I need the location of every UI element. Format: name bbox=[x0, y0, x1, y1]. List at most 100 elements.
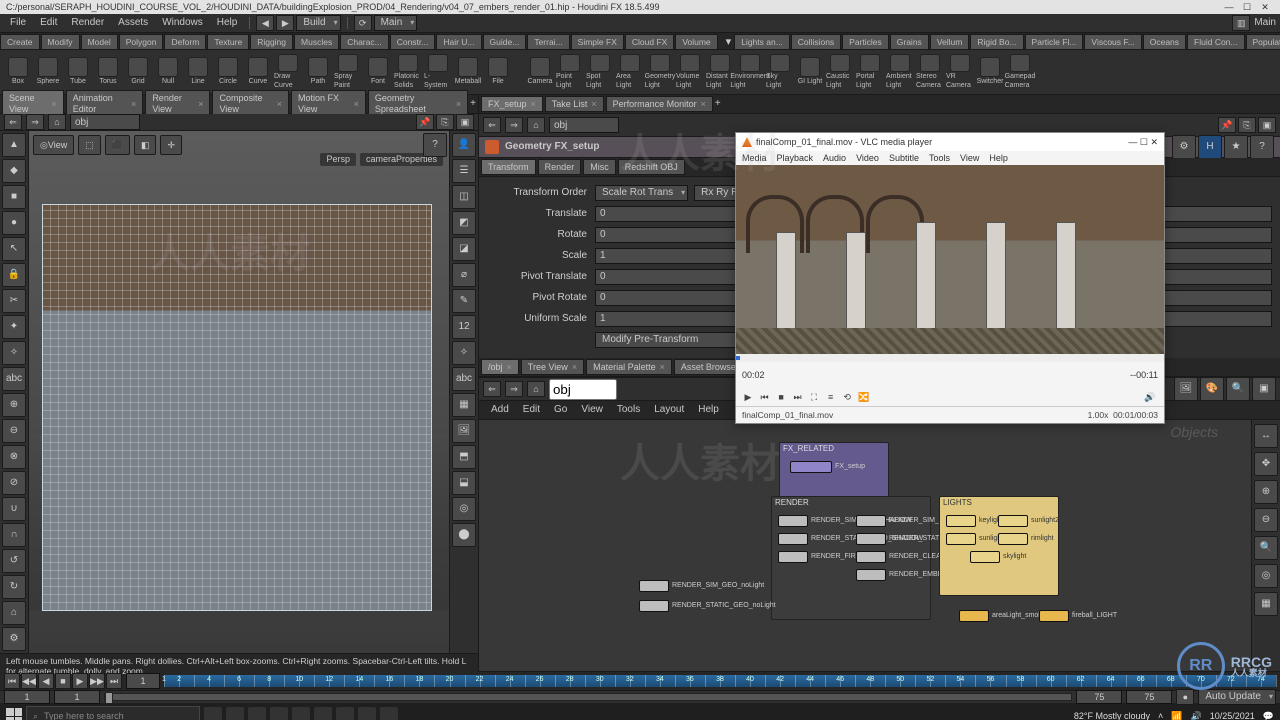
node-fx-setup[interactable]: FX_setup bbox=[790, 461, 890, 473]
home-icon[interactable]: ⌂ bbox=[527, 117, 545, 133]
shelf-tool[interactable]: Metaball bbox=[454, 54, 482, 90]
node-loose[interactable]: RENDER_SIM_GEO_noLight bbox=[639, 580, 764, 592]
tray-chevron-icon[interactable]: ˄ bbox=[1158, 711, 1163, 720]
expand-icon[interactable]: ▣ bbox=[1252, 377, 1276, 401]
firefox-icon[interactable] bbox=[270, 707, 288, 720]
close-icon[interactable]: × bbox=[660, 362, 665, 373]
timeline-current-field[interactable] bbox=[126, 673, 160, 689]
node-loose[interactable]: fireball_LIGHT bbox=[1039, 610, 1117, 622]
close-icon[interactable]: × bbox=[456, 99, 461, 110]
shelf-tool[interactable]: Line bbox=[184, 54, 212, 90]
shelf-tool[interactable]: Torus bbox=[94, 54, 122, 90]
shelf-tool[interactable]: File bbox=[484, 54, 512, 90]
shelf-tab[interactable]: Oceans bbox=[1143, 34, 1186, 49]
shelf-tool[interactable]: Sky Light bbox=[766, 54, 794, 90]
houdini-icon[interactable] bbox=[292, 707, 310, 720]
network-side-icon[interactable]: 🔍 bbox=[1254, 536, 1278, 560]
tray-wifi-icon[interactable]: 📶 bbox=[1171, 711, 1182, 720]
shelf-tab[interactable]: Terrai... bbox=[527, 34, 569, 49]
sidepanel-icon[interactable]: ▥ bbox=[1232, 15, 1250, 31]
viewport-tool-icon[interactable]: ↻ bbox=[2, 575, 26, 599]
node-render[interactable]: RENDER_EMBERS bbox=[856, 569, 952, 581]
network-menu-item[interactable]: Add bbox=[485, 402, 515, 418]
terminal-icon[interactable] bbox=[380, 707, 398, 720]
display-option-icon[interactable]: ⬓ bbox=[452, 471, 476, 495]
maximize-pane-icon[interactable]: ▣ bbox=[1258, 117, 1276, 133]
viewport-tool-icon[interactable]: ∩ bbox=[2, 523, 26, 547]
shelf-add-icon[interactable]: ▾ bbox=[723, 36, 735, 49]
path-fwd-icon[interactable]: ⇒ bbox=[505, 381, 523, 397]
shelf-tool[interactable]: Spot Light bbox=[586, 54, 614, 90]
display-option-icon[interactable]: 12 bbox=[452, 315, 476, 339]
transform-order-dropdown[interactable]: Scale Rot Trans bbox=[595, 185, 688, 201]
update-mode-dropdown[interactable]: Auto Update bbox=[1198, 689, 1276, 705]
shelf-tab[interactable]: Particle Fl... bbox=[1025, 34, 1084, 49]
close-icon[interactable]: × bbox=[277, 99, 282, 110]
start-button[interactable] bbox=[6, 708, 22, 720]
shelf-tab[interactable]: Grains bbox=[890, 34, 929, 49]
vlc-window-controls[interactable]: — ☐ ✕ bbox=[1128, 137, 1158, 148]
link-icon[interactable]: ⎘ bbox=[436, 114, 454, 130]
viewport-tool-icon[interactable]: ✧ bbox=[2, 341, 26, 365]
shelf-tab[interactable]: Modify bbox=[41, 34, 80, 49]
viewport-tool-icon[interactable]: ↖ bbox=[2, 237, 26, 261]
vlc-menu-item[interactable]: View bbox=[960, 153, 979, 164]
playbar-button[interactable]: ⏭ bbox=[106, 673, 122, 689]
menu-assets[interactable]: Assets bbox=[112, 15, 154, 31]
shelf-tool[interactable]: Tube bbox=[64, 54, 92, 90]
shelf-tab[interactable]: Particles bbox=[842, 34, 889, 49]
network-side-icon[interactable]: ⊕ bbox=[1254, 480, 1278, 504]
network-side-icon[interactable]: ▦ bbox=[1254, 592, 1278, 616]
vlc-menu-item[interactable]: Playback bbox=[777, 153, 814, 164]
display-option-icon[interactable]: ☰ bbox=[452, 159, 476, 183]
vlc-menu-item[interactable]: Video bbox=[856, 153, 879, 164]
close-icon[interactable]: × bbox=[52, 99, 57, 110]
star-icon[interactable]: ★ bbox=[1224, 135, 1248, 159]
network-menu-item[interactable]: Go bbox=[548, 402, 573, 418]
close-icon[interactable]: × bbox=[507, 362, 512, 373]
node-loose[interactable]: areaLight_smoke bbox=[959, 610, 1046, 622]
display-option-icon[interactable]: ⌀ bbox=[452, 263, 476, 287]
menu-help[interactable]: Help bbox=[211, 15, 244, 31]
shelf-tool[interactable]: Gamepad Camera bbox=[1006, 54, 1034, 90]
menu-edit[interactable]: Edit bbox=[34, 15, 63, 31]
viewport-tool-icon[interactable]: ⚙ bbox=[2, 627, 26, 651]
autokey-icon[interactable]: ● bbox=[1176, 689, 1194, 705]
node-light[interactable]: sunlight2 bbox=[998, 515, 1059, 527]
path-back-icon[interactable]: ⇐ bbox=[483, 381, 501, 397]
network-tab[interactable]: Material Palette× bbox=[586, 359, 672, 376]
shelf-tool[interactable]: Spray Paint bbox=[334, 54, 362, 90]
shelf-tab[interactable]: Vellum bbox=[930, 34, 970, 49]
shelf-tab[interactable]: Collisions bbox=[791, 34, 841, 49]
select-contained-icon[interactable]: ⬛ bbox=[105, 135, 130, 155]
vlc-menu-item[interactable]: Tools bbox=[929, 153, 950, 164]
shelf-tool[interactable]: Switcher bbox=[976, 54, 1004, 90]
shelf-tool[interactable]: Caustic Light bbox=[826, 54, 854, 90]
param-tab[interactable]: Redshift OBJ bbox=[618, 159, 685, 176]
viewport-tool-icon[interactable]: ● bbox=[2, 211, 26, 235]
viewport-tool-icon[interactable]: ⊕ bbox=[2, 393, 26, 417]
shelf-tool[interactable]: L-System bbox=[424, 54, 452, 90]
vlc-shuffle-icon[interactable]: 🔀 bbox=[858, 391, 870, 403]
netbox-fx[interactable]: FX_RELATED FX_setup bbox=[779, 442, 889, 500]
shelf-tool[interactable]: GI Light bbox=[796, 54, 824, 90]
display-option-icon[interactable]: ◎ bbox=[452, 497, 476, 521]
close-icon[interactable]: × bbox=[591, 99, 596, 110]
select-tool-icon[interactable]: ⬚ bbox=[78, 135, 101, 155]
pane-tab[interactable]: FX_setup× bbox=[481, 96, 543, 113]
vlc-menu-item[interactable]: Help bbox=[989, 153, 1008, 164]
viewport-tool-icon[interactable]: ◆ bbox=[2, 159, 26, 183]
snap-icon[interactable]: ✛ bbox=[160, 135, 182, 155]
shelf-tab[interactable]: Hair U... bbox=[436, 34, 481, 49]
shelf-tab[interactable]: Rigid Bo... bbox=[970, 34, 1023, 49]
link-icon[interactable]: ⎘ bbox=[1238, 117, 1256, 133]
menu-windows[interactable]: Windows bbox=[156, 15, 209, 31]
network-menu-item[interactable]: Layout bbox=[648, 402, 690, 418]
node-light[interactable]: rimlight bbox=[998, 533, 1054, 545]
vlc-menu-item[interactable]: Media bbox=[742, 153, 767, 164]
timeline-ruler[interactable]: 1246810121416182022242628303234363840424… bbox=[164, 675, 1276, 687]
playbar-button[interactable]: ▶ bbox=[72, 673, 88, 689]
viewport-tool-icon[interactable]: ⊖ bbox=[2, 419, 26, 443]
view-mode-button[interactable]: ◎ View bbox=[33, 135, 74, 155]
network-editor[interactable]: Objects FX_RELATED FX_setup RENDER RENDE… bbox=[479, 420, 1252, 671]
